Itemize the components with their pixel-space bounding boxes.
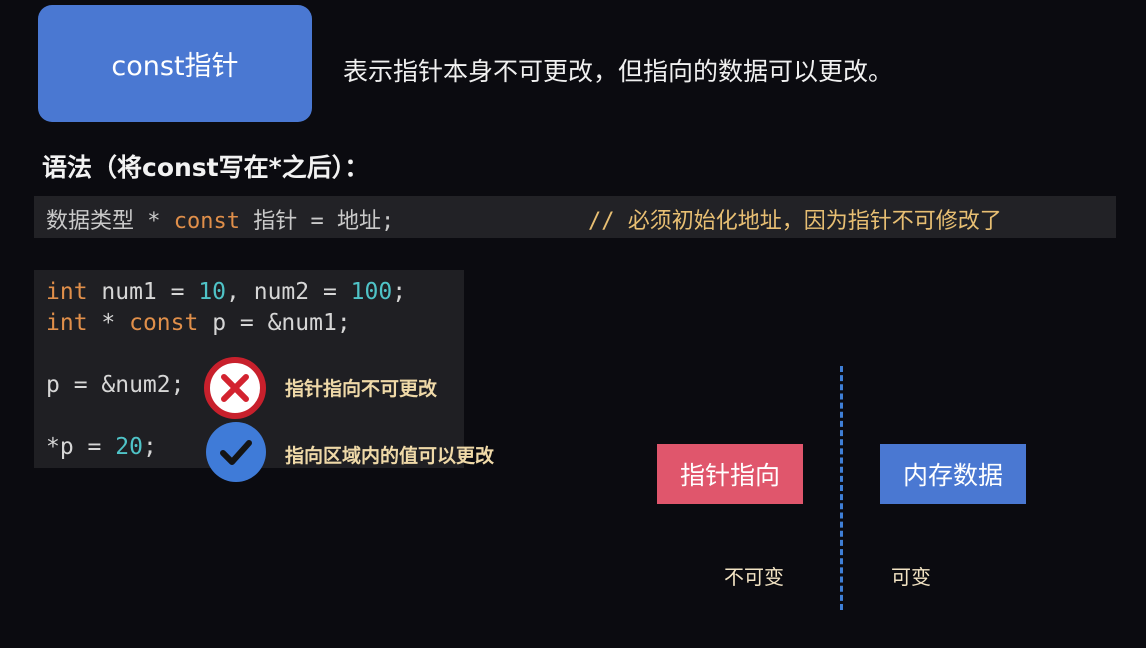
code-number: 10 [198, 279, 227, 305]
code-keyword: int [46, 279, 88, 305]
mutable-label: 可变 [891, 565, 931, 589]
check-circle-icon [205, 421, 267, 483]
code-number: 100 [350, 279, 393, 305]
title-badge-label: const指针 [111, 51, 239, 82]
code-line-3: p = &num2; [46, 372, 185, 398]
code-line-1: int num1 = 10, num2 = 100; [46, 279, 406, 305]
syntax-code: 数据类型 * const 指针 = 地址; [46, 203, 394, 235]
x-circle-icon [203, 356, 267, 420]
code-text: p = &num1; [198, 310, 351, 336]
code-keyword: const [129, 310, 199, 336]
code-line-2: int * const p = &num1; [46, 310, 351, 336]
code-text: * [87, 310, 130, 336]
immutable-label: 不可变 [724, 565, 784, 589]
syntax-heading: 语法（将const写在*之后）： [42, 153, 370, 182]
syntax-prefix: 数据类型 * [46, 209, 174, 234]
invalid-note: 指针指向不可更改 [285, 378, 438, 400]
title-badge: const指针 [38, 5, 312, 122]
intro-text: 表示指针本身不可更改，但指向的数据可以更改。 [343, 57, 894, 86]
code-text: ; [142, 434, 157, 460]
code-text: ; [392, 279, 407, 305]
memory-data-box: 内存数据 [880, 444, 1026, 504]
code-keyword: int [46, 310, 88, 336]
dashed-divider [840, 366, 843, 610]
code-text: num1 = [87, 279, 199, 305]
code-text: , num2 = [226, 279, 351, 305]
syntax-suffix: 指针 = 地址; [239, 209, 395, 234]
pointer-direction-box: 指针指向 [657, 444, 803, 504]
syntax-keyword: const [173, 209, 240, 234]
code-text: *p = [46, 434, 116, 460]
syntax-comment: // 必须初始化地址，因为指针不可修改了 [588, 209, 1002, 234]
code-number: 20 [115, 434, 143, 460]
pointer-direction-label: 指针指向 [679, 461, 780, 490]
code-line-4: *p = 20; [46, 434, 157, 460]
memory-data-label: 内存数据 [902, 461, 1003, 490]
valid-note: 指向区域内的值可以更改 [285, 445, 495, 467]
